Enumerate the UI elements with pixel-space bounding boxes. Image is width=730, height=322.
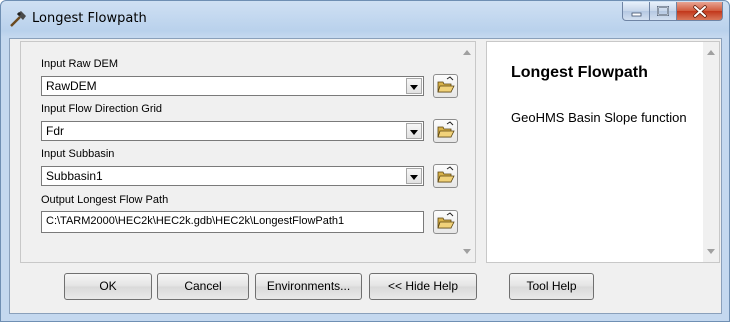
scroll-down-icon[interactable] bbox=[462, 248, 472, 256]
dialog-client-area: Input Raw DEM RawDEM Input Flow Directio… bbox=[9, 38, 722, 314]
environments-button[interactable]: Environments... bbox=[255, 273, 362, 300]
hide-help-button[interactable]: << Hide Help bbox=[369, 273, 477, 300]
parameters-scrollbar[interactable] bbox=[459, 42, 475, 262]
flow-direction-label: Input Flow Direction Grid bbox=[41, 103, 163, 115]
close-icon bbox=[693, 5, 707, 18]
open-folder-icon bbox=[437, 121, 455, 138]
help-description: GeoHMS Basin Slope function bbox=[511, 110, 687, 125]
output-browse-button[interactable] bbox=[433, 210, 458, 234]
maximize-icon bbox=[657, 6, 669, 16]
output-flow-path-value: C:\TARM2000\HEC2k\HEC2k.gdb\HEC2k\Longes… bbox=[46, 215, 345, 227]
open-folder-icon bbox=[437, 212, 455, 229]
help-title: Longest Flowpath bbox=[511, 64, 648, 81]
title-bar: Longest Flowpath bbox=[1, 1, 729, 37]
subbasin-label: Input Subbasin bbox=[41, 148, 115, 160]
chevron-down-icon[interactable] bbox=[406, 78, 422, 94]
open-folder-icon bbox=[437, 166, 455, 183]
flow-direction-browse-button[interactable] bbox=[433, 119, 458, 143]
subbasin-dropdown[interactable]: Subbasin1 bbox=[41, 166, 424, 186]
parameters-pane: Input Raw DEM RawDEM Input Flow Directio… bbox=[20, 41, 476, 263]
raw-dem-dropdown[interactable]: RawDEM bbox=[41, 76, 424, 96]
scroll-down-icon[interactable] bbox=[706, 248, 716, 256]
caption-buttons bbox=[622, 2, 723, 22]
help-scrollbar[interactable] bbox=[703, 42, 719, 262]
subbasin-browse-button[interactable] bbox=[433, 164, 458, 188]
raw-dem-value: RawDEM bbox=[46, 79, 97, 93]
maximize-button[interactable] bbox=[650, 2, 677, 21]
chevron-down-icon[interactable] bbox=[406, 168, 422, 184]
minimize-button[interactable] bbox=[622, 2, 650, 21]
window-title: Longest Flowpath bbox=[32, 11, 147, 26]
output-flow-path-input[interactable]: C:\TARM2000\HEC2k\HEC2k.gdb\HEC2k\Longes… bbox=[41, 211, 424, 233]
hammer-icon bbox=[8, 10, 28, 28]
flow-direction-dropdown[interactable]: Fdr bbox=[41, 121, 424, 141]
chevron-down-icon[interactable] bbox=[406, 123, 422, 139]
tool-help-button[interactable]: Tool Help bbox=[509, 273, 594, 300]
open-folder-icon bbox=[437, 76, 455, 93]
subbasin-value: Subbasin1 bbox=[46, 169, 103, 183]
raw-dem-browse-button[interactable] bbox=[433, 74, 458, 98]
flow-direction-value: Fdr bbox=[46, 124, 64, 138]
scroll-up-icon[interactable] bbox=[706, 48, 716, 56]
dialog-window: Longest Flowpath Input Raw DEM RawDEM In… bbox=[0, 0, 730, 322]
help-pane: Longest Flowpath GeoHMS Basin Slope func… bbox=[486, 41, 720, 263]
scroll-up-icon[interactable] bbox=[462, 48, 472, 56]
cancel-button[interactable]: Cancel bbox=[157, 273, 249, 300]
output-flow-path-label: Output Longest Flow Path bbox=[41, 194, 169, 206]
close-button[interactable] bbox=[677, 2, 723, 21]
raw-dem-label: Input Raw DEM bbox=[41, 58, 119, 70]
ok-button[interactable]: OK bbox=[64, 273, 152, 300]
minimize-icon bbox=[631, 12, 642, 17]
